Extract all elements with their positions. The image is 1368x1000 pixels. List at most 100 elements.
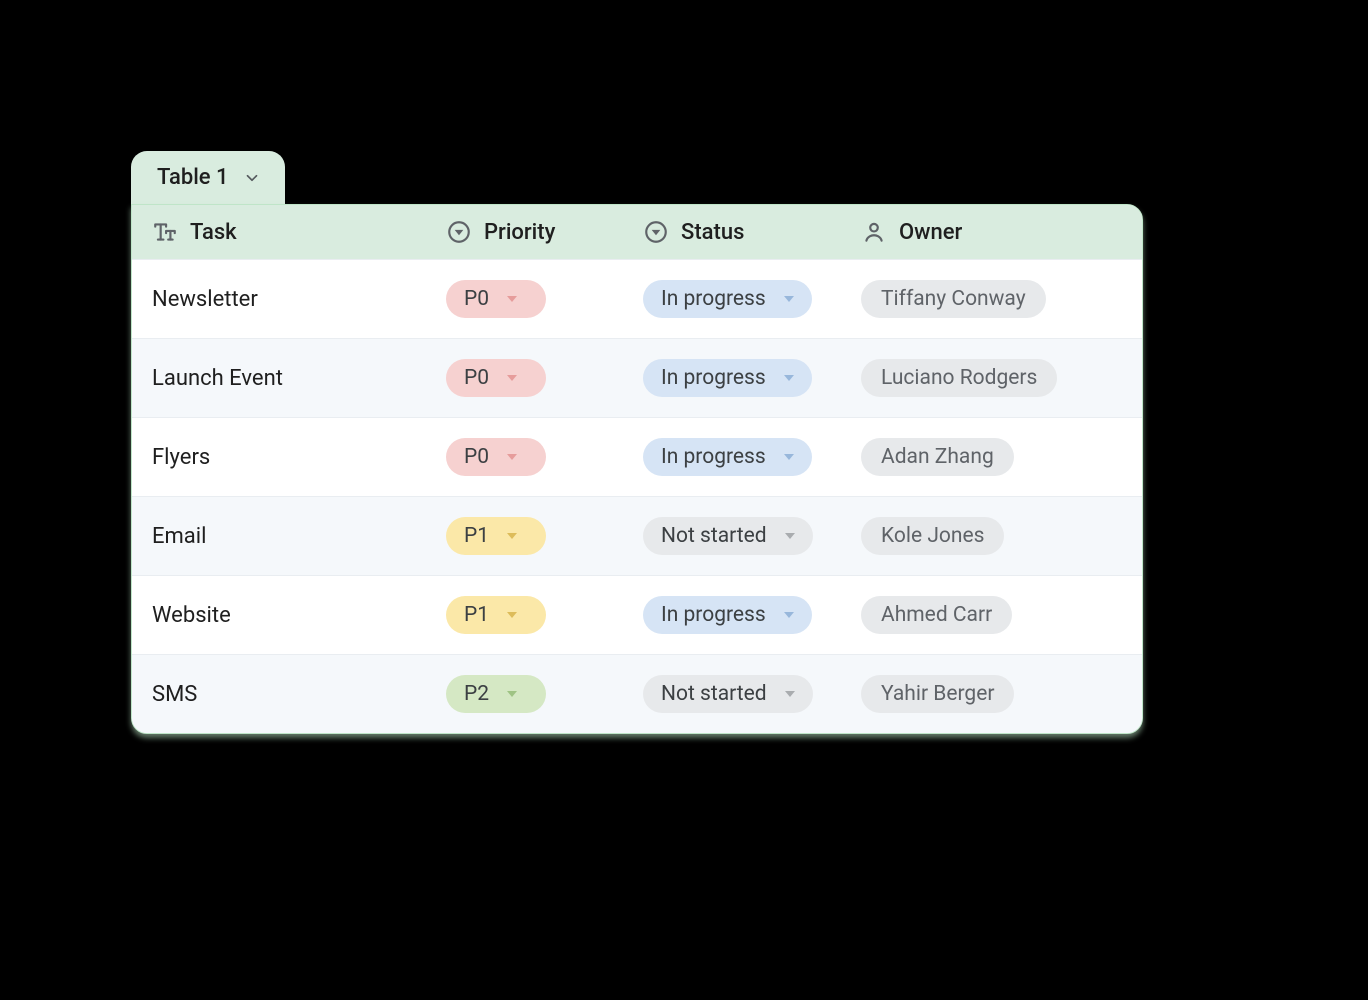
cell-task[interactable]: SMS xyxy=(132,682,430,707)
chevron-down-icon xyxy=(784,454,794,460)
task-text: Newsletter xyxy=(152,287,258,312)
status-label: In progress xyxy=(661,287,766,311)
col-header-owner[interactable]: Owner xyxy=(845,205,1142,259)
chevron-down-icon xyxy=(507,454,517,460)
priority-pill[interactable]: P2 xyxy=(446,675,546,713)
col-header-status[interactable]: Status xyxy=(627,205,845,259)
owner-name: Ahmed Carr xyxy=(881,603,992,627)
cell-status: Not started xyxy=(627,517,845,555)
person-icon xyxy=(861,219,887,245)
cell-task[interactable]: Website xyxy=(132,603,430,628)
priority-pill[interactable]: P0 xyxy=(446,359,546,397)
status-label: Not started xyxy=(661,682,767,706)
priority-label: P1 xyxy=(464,603,489,627)
table-tab[interactable]: Table 1 xyxy=(131,151,285,204)
owner-pill[interactable]: Adan Zhang xyxy=(861,438,1014,476)
cell-owner: Yahir Berger xyxy=(845,675,1142,713)
owner-name: Adan Zhang xyxy=(881,445,994,469)
table-row: Launch Event P0 In progress Luciano Rodgers xyxy=(132,338,1142,417)
priority-pill[interactable]: P1 xyxy=(446,517,546,555)
col-header-priority[interactable]: Priority xyxy=(430,205,627,259)
priority-label: P1 xyxy=(464,524,489,548)
chevron-down-icon xyxy=(784,612,794,618)
cell-owner: Adan Zhang xyxy=(845,438,1142,476)
table-body: Newsletter P0 In progress Tiffany Conway Lau… xyxy=(132,259,1142,733)
status-pill[interactable]: In progress xyxy=(643,280,812,318)
cell-priority: P2 xyxy=(430,675,627,713)
dropdown-circle-icon xyxy=(643,219,669,245)
col-header-owner-label: Owner xyxy=(899,220,962,245)
chevron-down-icon xyxy=(784,296,794,302)
col-header-priority-label: Priority xyxy=(484,220,555,245)
cell-owner: Tiffany Conway xyxy=(845,280,1142,318)
owner-pill[interactable]: Ahmed Carr xyxy=(861,596,1012,634)
priority-pill[interactable]: P0 xyxy=(446,280,546,318)
cell-priority: P0 xyxy=(430,438,627,476)
chevron-down-icon xyxy=(785,691,795,697)
cell-status: In progress xyxy=(627,359,845,397)
owner-name: Tiffany Conway xyxy=(881,287,1026,311)
owner-pill[interactable]: Kole Jones xyxy=(861,517,1004,555)
chevron-down-icon xyxy=(507,691,517,697)
table-row: Newsletter P0 In progress Tiffany Conway xyxy=(132,259,1142,338)
status-label: In progress xyxy=(661,603,766,627)
status-label: Not started xyxy=(661,524,767,548)
status-pill[interactable]: In progress xyxy=(643,596,812,634)
owner-pill[interactable]: Luciano Rodgers xyxy=(861,359,1057,397)
table-tab-label: Table 1 xyxy=(157,165,229,190)
cell-task[interactable]: Newsletter xyxy=(132,287,430,312)
owner-name: Yahir Berger xyxy=(881,682,994,706)
col-header-task[interactable]: Task xyxy=(132,205,430,259)
owner-pill[interactable]: Yahir Berger xyxy=(861,675,1014,713)
cell-priority: P0 xyxy=(430,280,627,318)
table-row: SMS P2 Not started Yahir Berger xyxy=(132,654,1142,733)
task-text: Website xyxy=(152,603,231,628)
table-row: Website P1 In progress Ahmed Carr xyxy=(132,575,1142,654)
status-pill[interactable]: Not started xyxy=(643,517,813,555)
cell-priority: P0 xyxy=(430,359,627,397)
chevron-down-icon xyxy=(784,375,794,381)
cell-status: Not started xyxy=(627,675,845,713)
task-text: Launch Event xyxy=(152,366,283,391)
priority-label: P0 xyxy=(464,445,489,469)
cell-status: In progress xyxy=(627,438,845,476)
table-row: Email P1 Not started Kole Jones xyxy=(132,496,1142,575)
cell-status: In progress xyxy=(627,596,845,634)
priority-pill[interactable]: P1 xyxy=(446,596,546,634)
task-text: Flyers xyxy=(152,445,210,470)
col-header-task-label: Task xyxy=(190,220,237,245)
priority-label: P2 xyxy=(464,682,489,706)
cell-status: In progress xyxy=(627,280,845,318)
owner-name: Kole Jones xyxy=(881,524,984,548)
priority-label: P0 xyxy=(464,287,489,311)
owner-pill[interactable]: Tiffany Conway xyxy=(861,280,1046,318)
dropdown-circle-icon xyxy=(446,219,472,245)
priority-pill[interactable]: P0 xyxy=(446,438,546,476)
chevron-down-icon xyxy=(507,533,517,539)
chevron-down-icon xyxy=(785,533,795,539)
cell-task[interactable]: Flyers xyxy=(132,445,430,470)
chevron-down-icon xyxy=(243,169,261,187)
status-label: In progress xyxy=(661,366,766,390)
cell-task[interactable]: Launch Event xyxy=(132,366,430,391)
table-header-row: Task Priority Status xyxy=(132,205,1142,259)
status-pill[interactable]: Not started xyxy=(643,675,813,713)
owner-name: Luciano Rodgers xyxy=(881,366,1037,390)
chevron-down-icon xyxy=(507,296,517,302)
col-header-status-label: Status xyxy=(681,220,744,245)
cell-task[interactable]: Email xyxy=(132,524,430,549)
chevron-down-icon xyxy=(507,612,517,618)
status-pill[interactable]: In progress xyxy=(643,359,812,397)
table-row: Flyers P0 In progress Adan Zhang xyxy=(132,417,1142,496)
cell-owner: Luciano Rodgers xyxy=(845,359,1142,397)
text-icon xyxy=(152,219,178,245)
cell-priority: P1 xyxy=(430,517,627,555)
status-label: In progress xyxy=(661,445,766,469)
cell-owner: Ahmed Carr xyxy=(845,596,1142,634)
table-card: Task Priority Status xyxy=(131,204,1143,734)
task-text: SMS xyxy=(152,682,197,707)
task-text: Email xyxy=(152,524,206,549)
priority-label: P0 xyxy=(464,366,489,390)
status-pill[interactable]: In progress xyxy=(643,438,812,476)
cell-owner: Kole Jones xyxy=(845,517,1142,555)
